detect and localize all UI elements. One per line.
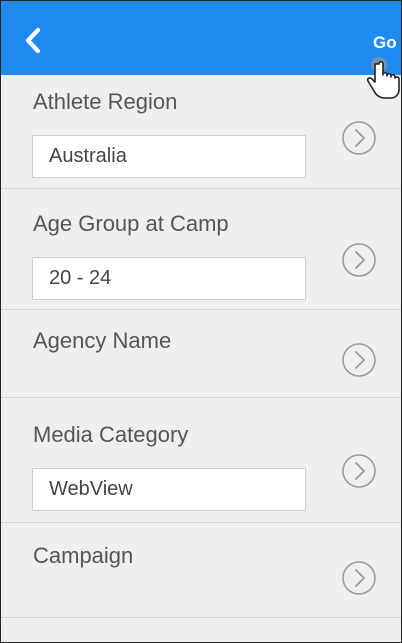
app-frame: Go Athlete Region Australia Age Group at… bbox=[0, 0, 402, 643]
filter-row-age-group[interactable]: Age Group at Camp 20 - 24 bbox=[1, 189, 401, 310]
filter-row-agency-name[interactable]: Agency Name bbox=[1, 310, 401, 398]
back-button[interactable] bbox=[21, 27, 49, 55]
filter-list: Athlete Region Australia Age Group at Ca… bbox=[1, 75, 401, 618]
filter-label: Agency Name bbox=[33, 328, 172, 353]
filter-row-media-category[interactable]: Media Category WebView bbox=[1, 398, 401, 523]
circle-chevron-right-icon[interactable] bbox=[341, 453, 377, 489]
filter-value: Australia bbox=[32, 135, 306, 178]
hand-cursor-icon bbox=[366, 56, 401, 102]
filter-row-athlete-region[interactable]: Athlete Region Australia bbox=[1, 75, 401, 189]
go-button[interactable]: Go bbox=[373, 33, 397, 53]
chevron-left-icon bbox=[25, 27, 41, 54]
circle-chevron-right-icon[interactable] bbox=[341, 242, 377, 278]
header-bar: Go bbox=[1, 1, 401, 75]
filter-value: WebView bbox=[32, 468, 306, 511]
filter-value: 20 - 24 bbox=[32, 257, 306, 300]
circle-chevron-right-icon[interactable] bbox=[341, 120, 377, 156]
filter-row-campaign[interactable]: Campaign bbox=[1, 523, 401, 618]
filter-label: Athlete Region bbox=[33, 89, 178, 114]
filter-label: Media Category bbox=[33, 422, 189, 447]
filter-label: Age Group at Camp bbox=[33, 211, 229, 236]
circle-chevron-right-icon[interactable] bbox=[341, 342, 377, 378]
filter-label: Campaign bbox=[33, 543, 134, 568]
circle-chevron-right-icon[interactable] bbox=[341, 560, 377, 596]
